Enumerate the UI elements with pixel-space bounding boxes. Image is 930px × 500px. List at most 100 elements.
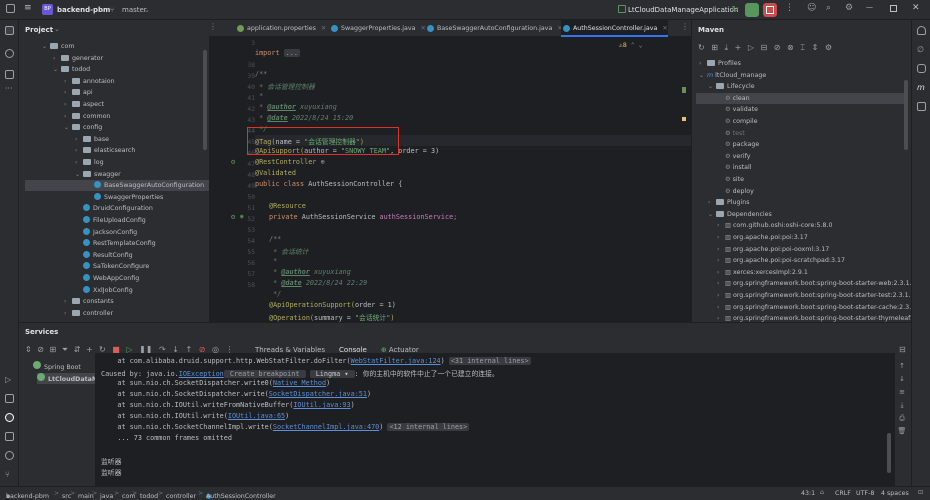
tree-item[interactable]: ⌄ swagger: [75, 169, 121, 180]
scroll-marker[interactable]: [682, 87, 686, 93]
editor-more-icon[interactable]: ⋮: [681, 22, 689, 31]
more-tools-icon[interactable]: ···: [5, 84, 14, 93]
window-maximize-icon[interactable]: [890, 5, 897, 12]
terminal-tool-icon[interactable]: [5, 432, 14, 441]
scroll-to-end-icon[interactable]: ⤓: [897, 399, 907, 412]
maven-item[interactable]: ⌄ Dependencies: [708, 209, 772, 220]
git-tool-icon[interactable]: ⑂: [5, 470, 14, 479]
collapse-arrow-icon[interactable]: ›: [717, 220, 725, 231]
collapse-arrow-icon[interactable]: ›: [64, 296, 72, 307]
collapse-arrow-icon[interactable]: ›: [717, 267, 725, 278]
more-actions-icon[interactable]: ⋮: [785, 3, 794, 13]
scroll-down-icon[interactable]: ↓: [897, 373, 907, 386]
stack-link[interactable]: SocketDispatcher.java:51: [269, 390, 367, 398]
import-fold-badge[interactable]: ...: [283, 49, 300, 57]
add-icon[interactable]: +: [735, 43, 742, 52]
project-scrollbar[interactable]: [203, 50, 207, 150]
maven-item[interactable]: › ▥ org.apache.poi:poi-ooxml:3.17: [717, 244, 829, 255]
tree-item[interactable]: › log: [75, 157, 104, 168]
search-everywhere-icon[interactable]: ⌕: [826, 3, 831, 13]
create-breakpoint-button[interactable]: Create breakpoint: [223, 370, 306, 378]
reload-icon[interactable]: ↻: [698, 43, 705, 52]
tree-item[interactable]: › base: [75, 134, 109, 145]
commit-tool-icon[interactable]: [5, 49, 14, 58]
code-editor[interactable]: ⚠8 ⌃ ⌄ 3 38 39 40 41 42 43 44 45 46 47 48 49 50 51 52 53…: [209, 37, 691, 322]
maven-item[interactable]: › ▥ org.apache.poi:poi:3.17: [717, 232, 808, 243]
maven-item[interactable]: › Profiles: [699, 58, 741, 69]
inspection-warning-indicator[interactable]: ⚠8 ⌃ ⌄: [619, 41, 643, 49]
maven-item[interactable]: ⌄ Lifecycle: [708, 81, 755, 92]
expand-arrow-icon[interactable]: ⌄: [53, 64, 61, 75]
bean-gutter-icon[interactable]: ⚙: [231, 158, 235, 166]
maven-item[interactable]: ⌄ m ltCloud_manage: [699, 70, 766, 81]
spring-endpoint-icon[interactable]: ⊕: [320, 158, 324, 166]
account-icon[interactable]: ☺: [807, 3, 816, 13]
services-tool-icon[interactable]: [5, 413, 14, 422]
tree-item[interactable]: SaTokenConfigure: [75, 261, 149, 272]
tree-item[interactable]: › common: [64, 111, 110, 122]
tree-item[interactable]: › constants: [64, 296, 114, 307]
rerun-icon[interactable]: ↻: [729, 4, 741, 16]
maven-item[interactable]: ⚙ compile: [717, 116, 757, 127]
gradle-tool-icon[interactable]: [917, 102, 926, 111]
tab-close-icon[interactable]: ✕: [660, 25, 667, 32]
expand-arrow-icon[interactable]: ⌄: [42, 41, 50, 52]
collapse-arrow-icon[interactable]: ›: [75, 157, 83, 168]
maven-item[interactable]: ⚙ install: [717, 162, 752, 173]
maven-item[interactable]: › ▥ org.apache.poi:poi-scratchpad:3.17: [717, 255, 845, 266]
readonly-lock-icon[interactable]: ⊡: [918, 489, 923, 496]
branch-dropdown-icon[interactable]: ⌄: [144, 6, 150, 14]
ai-assistant-icon[interactable]: ∅: [917, 45, 926, 54]
console-output[interactable]: at com.alibaba.druid.support.http.WebSta…: [95, 353, 895, 486]
expand-services-icon[interactable]: ⇕: [25, 345, 32, 354]
maven-item[interactable]: ⚙ deploy: [717, 186, 754, 197]
add-project-icon[interactable]: ⊞: [711, 43, 718, 52]
run-config-dropdown-icon[interactable]: ⌄: [722, 6, 728, 14]
tab-3[interactable]: BaseSwaggerAutoConfiguration.java ✕: [425, 20, 563, 37]
hamburger-menu-icon[interactable]: ≡: [24, 3, 32, 13]
tree-item[interactable]: › aspect: [64, 99, 104, 110]
collapse-arrow-icon[interactable]: ›: [717, 244, 725, 255]
window-minimize-icon[interactable]: —: [866, 3, 873, 11]
tree-item[interactable]: JacksonConfig: [75, 227, 137, 238]
inspection-down-icon[interactable]: ⌄: [639, 41, 643, 49]
collapse-arrow-icon[interactable]: ›: [64, 87, 72, 98]
maven-item[interactable]: ⚙ site: [717, 174, 744, 185]
skip-tests-icon[interactable]: ⊗: [787, 43, 794, 52]
maven-item[interactable]: ⚙ package: [717, 139, 759, 150]
internal-lines-badge[interactable]: <31 internal lines>: [448, 357, 531, 365]
stop-button[interactable]: [763, 3, 777, 17]
collapse-arrow-icon[interactable]: ›: [64, 308, 72, 319]
collapse-arrow-icon[interactable]: ›: [717, 313, 725, 322]
download-icon[interactable]: ⤓: [725, 43, 729, 52]
indent-setting[interactable]: 4 spaces: [881, 490, 909, 497]
scroll-marker-warning[interactable]: [682, 117, 686, 121]
service-item[interactable]: Spring Boot: [33, 361, 81, 372]
expand-arrow-icon[interactable]: ⌄: [708, 81, 716, 92]
collapse-arrow-icon[interactable]: ›: [75, 134, 83, 145]
inspection-up-icon[interactable]: ⌃: [631, 41, 635, 49]
execute-goal-icon[interactable]: ⊟: [761, 43, 768, 52]
exception-link[interactable]: IOException: [179, 370, 224, 378]
collapse-arrow-icon[interactable]: ›: [717, 278, 725, 289]
database-icon[interactable]: [917, 64, 926, 73]
settings-gear-icon[interactable]: ⚙: [845, 3, 853, 13]
collapse-arrow-icon[interactable]: ›: [717, 290, 725, 301]
collapse-arrow-icon[interactable]: ›: [64, 111, 72, 122]
project-badge[interactable]: BP: [42, 4, 53, 15]
filter-icon[interactable]: ⏷: [62, 345, 68, 354]
maven-item[interactable]: › ▥ org.springframework.boot:spring-boot-…: [717, 313, 912, 322]
file-encoding[interactable]: UTF-8: [856, 490, 874, 497]
tree-item[interactable]: FileUploadConfig: [75, 215, 146, 226]
line-separator[interactable]: CRLF: [835, 490, 851, 497]
tree-item[interactable]: RestTemplateConfig: [75, 238, 156, 249]
maven-item[interactable]: ⚙ verify: [717, 151, 750, 162]
service-item[interactable]: LtCloudDataM: [37, 373, 98, 384]
tree-item[interactable]: › controller: [64, 308, 113, 319]
tab-4[interactable]: AuthSessionController.java ✕: [561, 20, 668, 37]
maven-settings-icon[interactable]: ⚙: [825, 43, 832, 52]
run-button[interactable]: [745, 3, 759, 17]
clear-console-icon[interactable]: 🗑: [897, 425, 907, 438]
lingma-button[interactable]: Lingma ▾: [309, 370, 355, 378]
tree-item[interactable]: ResultConfig: [75, 250, 133, 261]
